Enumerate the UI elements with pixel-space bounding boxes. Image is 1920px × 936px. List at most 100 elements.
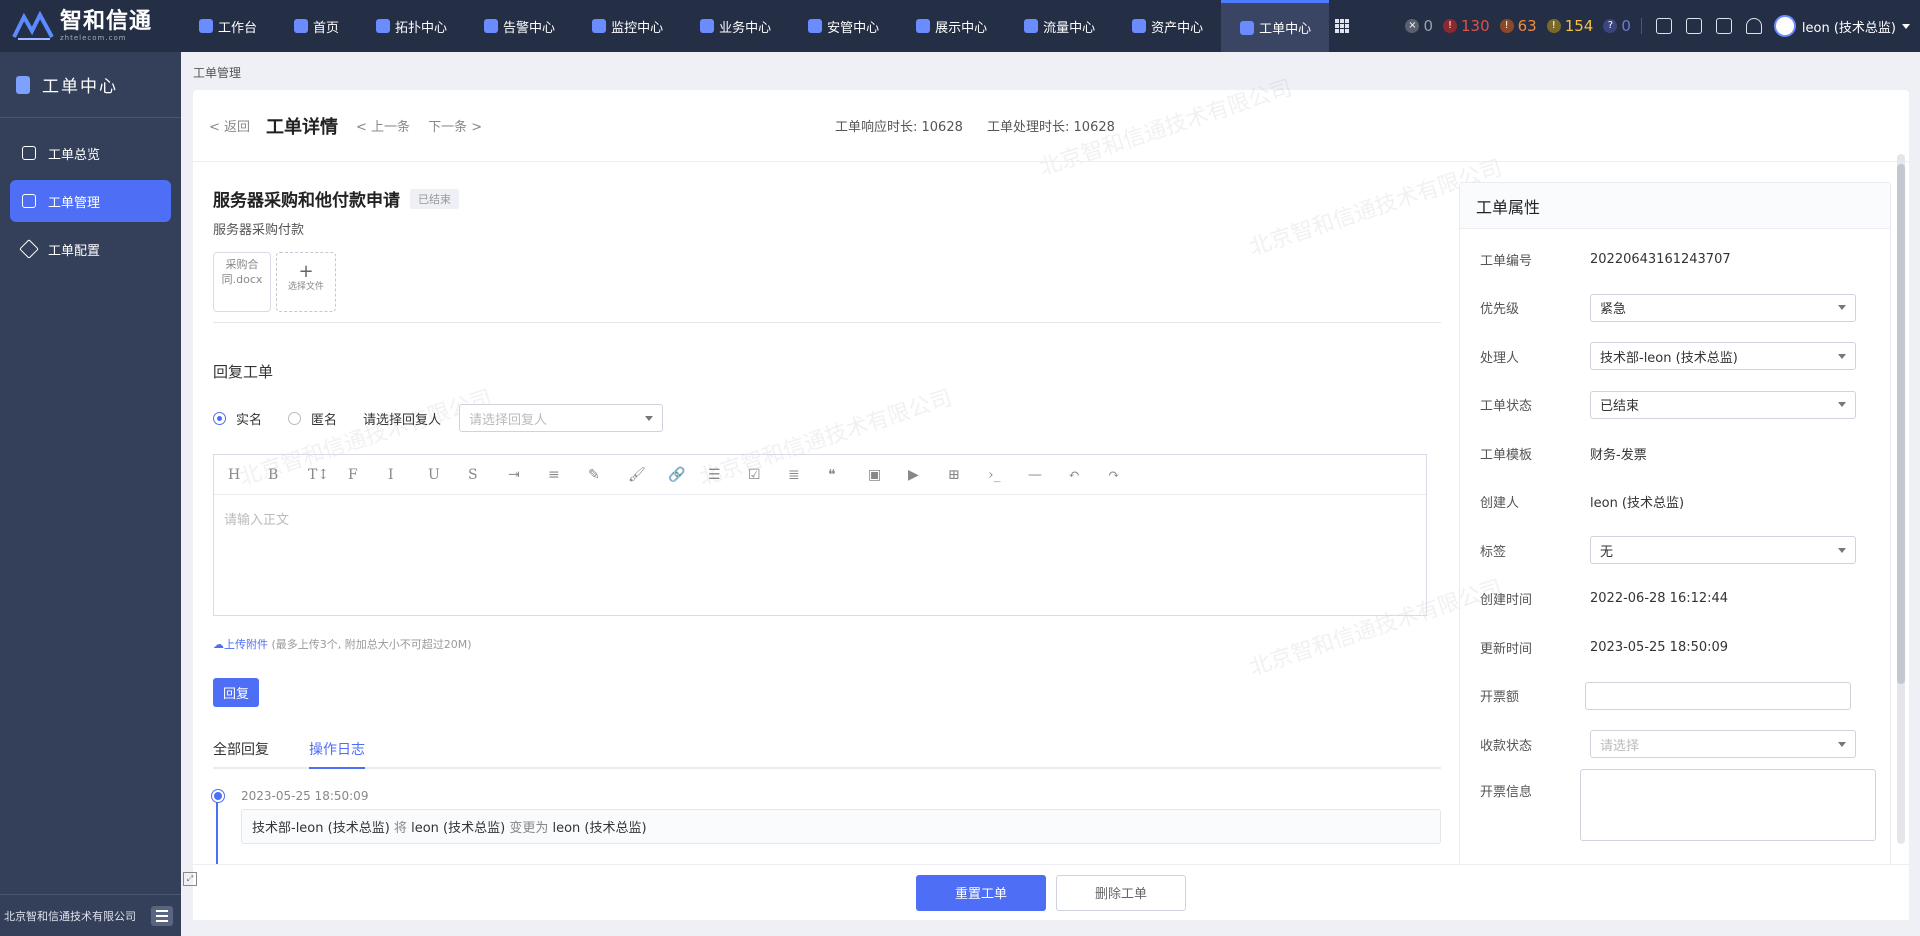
bell-icon[interactable] (1745, 18, 1762, 34)
video-icon[interactable]: ▶ (908, 467, 948, 483)
menu-collapse-icon[interactable] (151, 905, 173, 926)
invoice-info-textarea[interactable] (1580, 768, 1876, 841)
user-name: leon (技术总监) (1801, 20, 1896, 36)
ticket-title: 服务器采购和他付款申请 (213, 191, 400, 211)
font-family-icon[interactable]: F (348, 467, 388, 483)
link-icon[interactable]: 🔗 (668, 467, 708, 483)
reply-button[interactable]: 回复 (213, 678, 260, 707)
prop-row-status: 工单状态 已结束 (1460, 381, 1890, 430)
chevron-down-icon (645, 415, 654, 421)
response-time: 工单响应时长: 10628 (835, 120, 963, 135)
delete-ticket-button[interactable]: 删除工单 (1056, 874, 1186, 911)
invoice-amount-input[interactable] (1585, 681, 1851, 710)
nav-home[interactable]: 首页 (275, 0, 357, 52)
timeline-line (216, 795, 218, 875)
radio-anonymous[interactable]: 匿名 (288, 409, 337, 428)
align-icon[interactable]: ≣ (788, 467, 828, 483)
prev-link[interactable]: < 上一条 (356, 116, 410, 135)
sidebar-item-manage[interactable]: 工单管理 (10, 180, 171, 222)
nav-ticket[interactable]: 工单中心 (1221, 0, 1330, 52)
tab-operation-log[interactable]: 操作日志 (309, 739, 365, 769)
pen-icon[interactable]: ✎ (588, 467, 628, 483)
tag-select[interactable]: 无 (1590, 536, 1856, 565)
brand-logo[interactable]: 智和信通 zhtelecom.com (0, 0, 180, 52)
strikethrough-icon[interactable]: S (468, 467, 508, 483)
prop-row-priority: 优先级 紧急 (1460, 284, 1890, 333)
editor-body[interactable]: 请输入正文 (214, 495, 1426, 542)
quote-icon[interactable]: ❝ (828, 467, 868, 483)
chevron-down-icon (1902, 23, 1910, 29)
nav-traffic[interactable]: 流量中心 (1005, 0, 1113, 52)
nav-alarm[interactable]: 告警中心 (465, 0, 573, 52)
prop-row-created: 创建时间 2022-06-28 16:12:44 (1480, 591, 1729, 609)
nav-business[interactable]: 业务中心 (681, 0, 789, 52)
add-file-button[interactable]: + 选择文件 (276, 252, 336, 312)
scrollbar[interactable] (1897, 154, 1905, 844)
sidebar-item-overview[interactable]: 工单总览 (10, 132, 171, 174)
alarm-count-major[interactable]: ! 63 (1499, 17, 1537, 35)
code-icon[interactable]: ›_ (988, 467, 1028, 483)
sidebar-item-label: 工单总览 (48, 147, 101, 163)
payment-status-select[interactable]: 请选择 (1590, 730, 1856, 759)
nav-asset[interactable]: 资产中心 (1113, 0, 1221, 52)
radio-real-name[interactable]: 实名 (213, 409, 262, 428)
upload-attachment-link[interactable]: ☁上传附件 (213, 638, 268, 651)
back-link[interactable]: < 返回 (209, 116, 250, 135)
cleared-icon: × (1405, 19, 1420, 33)
alarm-count-cleared[interactable]: × 0 (1405, 17, 1433, 35)
heading-icon[interactable]: H (228, 467, 268, 483)
status-select[interactable]: 已结束 (1590, 390, 1856, 419)
checkbox-icon[interactable]: ☑ (748, 467, 788, 483)
breadcrumb[interactable]: 工单管理 (193, 64, 241, 81)
prop-row-updated: 更新时间 2023-05-25 18:50:09 (1480, 639, 1729, 657)
underline-icon[interactable]: U (428, 467, 468, 483)
nav-label: 安管中心 (827, 20, 880, 36)
layout-icon[interactable] (1715, 18, 1732, 34)
rich-text-editor[interactable]: H B T↕ F I U S ⇥ ≡ ✎ 🖌 🔗 ☰ ☑ ≣ ❝ ▣ ▶ ⊞ ›_ — ↶ ↷ 请输入正文 (213, 454, 1427, 616)
nav-label: 监控中心 (611, 20, 664, 36)
indent-icon[interactable]: ⇥ (508, 467, 548, 483)
priority-select[interactable]: 紧急 (1590, 293, 1856, 322)
nav-security[interactable]: 安管中心 (789, 0, 897, 52)
attachment-file[interactable]: 采购合同.docx (213, 252, 271, 312)
nav-topology[interactable]: 拓扑中心 (357, 0, 465, 52)
sidebar-item-config[interactable]: 工单配置 (10, 228, 171, 270)
replier-select[interactable]: 请选择回复人 (459, 404, 664, 432)
image-icon[interactable]: ▣ (868, 467, 908, 483)
brush-icon[interactable]: 🖌 (628, 467, 668, 483)
redo-icon[interactable]: ↷ (1108, 467, 1148, 483)
log-message: 技术部-leon (技术总监) 将 leon (技术总监) 变更为 leon (… (241, 809, 1441, 844)
nav-display[interactable]: 展示中心 (897, 0, 1005, 52)
bullet-list-icon[interactable]: ☰ (708, 467, 748, 483)
line-height-icon[interactable]: ≡ (548, 467, 588, 483)
critical-icon: ! (1442, 19, 1457, 33)
undo-icon[interactable]: ↶ (1068, 467, 1108, 483)
alarm-count-minor[interactable]: ! 154 (1546, 17, 1593, 35)
topology-icon (376, 19, 391, 33)
page-title: 工单详情 (266, 116, 339, 138)
ticket-properties-panel: 工单属性 工单编号 20220643161243707 优先级 紧急 处理人 技术部-… (1459, 182, 1891, 900)
reopen-ticket-button[interactable]: 重置工单 (916, 874, 1046, 911)
bold-icon[interactable]: B (268, 467, 308, 483)
next-link[interactable]: 下一条 > (428, 116, 482, 135)
brand-sub: zhtelecom.com (60, 33, 127, 42)
divider-icon[interactable]: — (1028, 467, 1068, 483)
chevron-down-icon (1838, 353, 1846, 359)
table-icon[interactable]: ⊞ (948, 467, 988, 483)
nav-monitor[interactable]: 监控中心 (573, 0, 681, 52)
handle-time: 工单处理时长: 10628 (987, 120, 1115, 135)
theme-icon[interactable] (1655, 18, 1672, 34)
user-menu[interactable]: leon (技术总监) (1773, 15, 1920, 37)
prop-row-payment-status: 收款状态 请选择 (1460, 720, 1890, 769)
fullscreen-icon[interactable]: ⤢ (183, 872, 197, 886)
nav-workbench[interactable]: 工作台 (180, 0, 275, 52)
app-grid-icon[interactable] (1335, 19, 1350, 33)
tab-all-replies[interactable]: 全部回复 (213, 739, 269, 767)
font-size-icon[interactable]: T↕ (308, 467, 348, 483)
alarm-count-unknown[interactable]: ? 0 (1603, 17, 1631, 35)
mute-icon[interactable] (1685, 18, 1702, 34)
alarm-count-critical[interactable]: ! 130 (1442, 17, 1490, 35)
handler-select[interactable]: 技术部-leon (技术总监) (1590, 342, 1856, 371)
italic-icon[interactable]: I (388, 467, 428, 483)
nav-label: 告警中心 (503, 20, 556, 36)
